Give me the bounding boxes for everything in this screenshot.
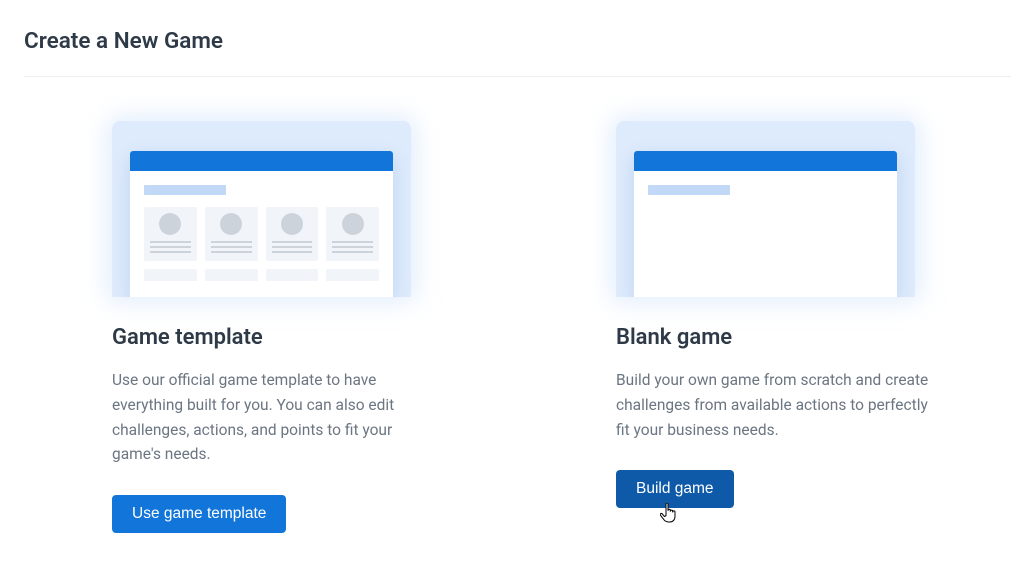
- card-description: Use our official game template to have e…: [112, 368, 426, 467]
- use-game-template-button[interactable]: Use game template: [112, 495, 286, 533]
- build-game-button[interactable]: Build game: [616, 470, 734, 508]
- card-game-template: Game template Use our official game temp…: [112, 121, 426, 533]
- blank-illustration: [616, 121, 915, 297]
- card-title: Blank game: [616, 325, 930, 350]
- card-description: Build your own game from scratch and cre…: [616, 368, 930, 442]
- card-row: Game template Use our official game temp…: [24, 121, 1011, 533]
- card-title: Game template: [112, 325, 426, 350]
- card-blank-game: Blank game Build your own game from scra…: [616, 121, 930, 533]
- template-illustration: [112, 121, 411, 297]
- divider: [24, 76, 1011, 77]
- page-title: Create a New Game: [24, 28, 1011, 54]
